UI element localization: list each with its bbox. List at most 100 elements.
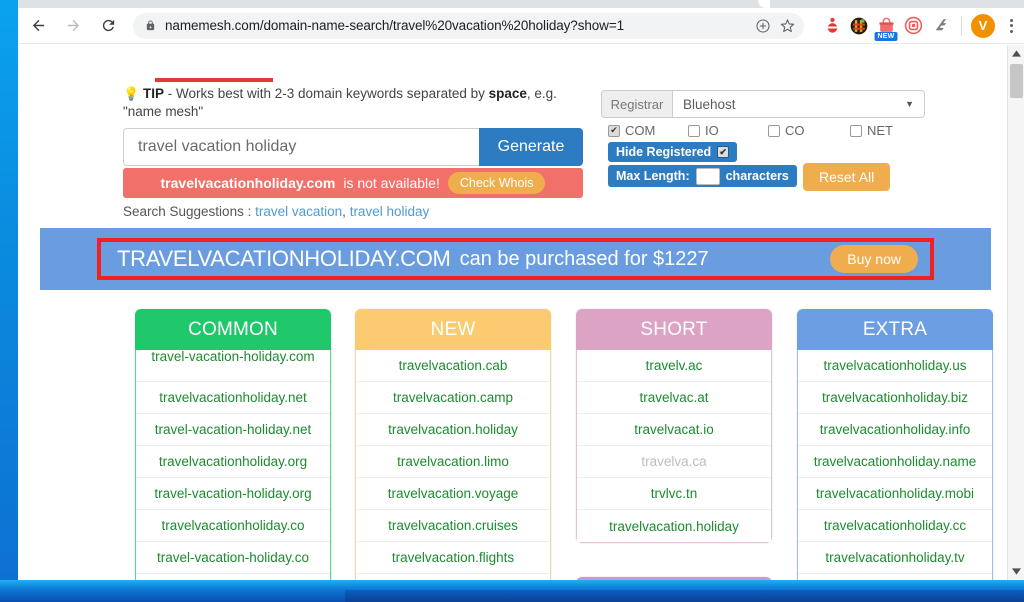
camera-extension-icon[interactable] (901, 14, 925, 38)
buy-now-button[interactable]: Buy now (830, 245, 918, 273)
domain-row[interactable]: travelvacation.holiday (356, 414, 550, 446)
domain-row[interactable]: travel-vacation-holiday.co (136, 542, 330, 574)
forward-arrow-icon (65, 17, 82, 34)
honey-extension-icon[interactable] (847, 14, 871, 38)
check-whois-button[interactable]: Check Whois (447, 172, 546, 194)
card-header-common: COMMON (135, 309, 331, 350)
shopping-extension-icon[interactable]: NEW (874, 14, 898, 41)
checkbox-net-icon[interactable] (850, 124, 862, 137)
domain-row[interactable]: travel-vacation-holiday.org (136, 478, 330, 510)
domain-row[interactable]: travelvacation.flights (356, 542, 550, 574)
hide-registered-toggle[interactable]: Hide Registered (608, 142, 738, 162)
domain-name: travelvacation.holiday (388, 422, 518, 437)
back-button[interactable] (23, 11, 53, 41)
domain-row[interactable]: travelvacation.limo (356, 446, 550, 478)
grammar-extension-icon[interactable] (928, 14, 952, 38)
inactive-tab[interactable] (778, 0, 1024, 8)
install-app-icon[interactable] (752, 15, 774, 37)
promo-banner-highlight[interactable]: TRAVELVACATIONHOLIDAY.COM can be purchas… (97, 238, 934, 280)
domain-row[interactable]: travelvacationholiday.biz (798, 382, 992, 414)
domain-name: travelv.ac (645, 358, 703, 373)
domain-row[interactable]: travelvac.at (577, 382, 771, 414)
domain-row[interactable]: travelvacationholiday.us (798, 350, 992, 382)
tld-checkbox-co[interactable]: CO (768, 123, 850, 138)
scroll-down-arrow-icon[interactable] (1008, 563, 1024, 580)
results-column-short: SHORT travelv.ac travelvac.at travelvaca… (576, 309, 772, 580)
card-body-new: travelvacation.cab travelvacation.camp t… (355, 350, 551, 580)
card-body-short: travelv.ac travelvac.at travelvacat.io t… (576, 350, 772, 543)
suggestions-label: Search Suggestions : (123, 204, 252, 219)
promo-banner: TRAVELVACATIONHOLIDAY.COM can be purchas… (40, 228, 991, 290)
domain-row[interactable]: travelvacationholiday.cc (798, 510, 992, 542)
domain-row-unavailable[interactable]: travelva.ca (577, 446, 771, 478)
domain-name: travelvacationholiday.biz (821, 390, 969, 405)
max-length-input[interactable] (695, 167, 720, 185)
suggestion-link-2[interactable]: travel holiday (350, 204, 430, 219)
tld-checkbox-net[interactable]: NET (850, 123, 893, 138)
suggestion-link-1[interactable]: travel vacation (255, 204, 342, 219)
reset-all-button[interactable]: Reset All (803, 163, 891, 191)
desktop-bottom-edge (0, 580, 1024, 602)
tld-checkbox-io[interactable]: IO (688, 123, 768, 138)
domain-row[interactable]: travelvacationholiday.co (136, 510, 330, 542)
reload-icon (100, 17, 117, 34)
domain-name: travelvacationholiday.us (823, 358, 967, 373)
domain-row[interactable]: trvlvc.tn (577, 478, 771, 510)
domain-name: travelvacation.holiday (609, 518, 739, 534)
scrollbar-thumb[interactable] (1010, 64, 1023, 98)
domain-row[interactable]: travelvacation.holiday (577, 510, 771, 542)
profile-avatar[interactable]: V (971, 13, 995, 38)
domain-row[interactable]: travelvacationholiday.info (798, 414, 992, 446)
promo-text: can be purchased for $1227 (459, 247, 709, 270)
active-tab[interactable] (18, 0, 770, 8)
domain-row[interactable]: travelvacation.voyage (356, 478, 550, 510)
search-input[interactable] (123, 128, 479, 166)
domain-name: travel-vacation-holiday.co (156, 550, 310, 565)
tip-body-1: - Works best with 2-3 domain keywords se… (163, 86, 489, 101)
kebab-menu-icon[interactable] (1000, 18, 1022, 33)
checkbox-com-icon[interactable] (608, 124, 620, 137)
generate-button[interactable]: Generate (479, 128, 583, 166)
address-bar[interactable]: namemesh.com/domain-name-search/travel%2… (133, 12, 804, 39)
results-columns: COMMON travel-vacation-holiday.com trave… (18, 309, 1007, 580)
tld-checkbox-com[interactable]: COM (608, 123, 688, 138)
domain-row[interactable]: travel-vacation-holiday.net (136, 414, 330, 446)
domain-row[interactable]: travelvacat.io (577, 414, 771, 446)
domain-row[interactable]: travelvacationholiday.net (136, 382, 330, 414)
domain-row[interactable]: travelv.ac (577, 350, 771, 382)
checkbox-hide-registered-icon[interactable] (717, 146, 730, 158)
scroll-up-arrow-icon[interactable] (1008, 45, 1024, 62)
domain-row[interactable]: travelvacationholiday.tv (798, 542, 992, 574)
domain-name: travelvacation.limo (397, 454, 509, 469)
domain-row[interactable]: travelvacation.camp (356, 382, 550, 414)
lightbulb-icon: 💡 (123, 86, 140, 101)
domain-row[interactable]: travelvacation.cruises (356, 510, 550, 542)
max-length-suffix: characters (725, 169, 789, 183)
card-header-new: NEW (355, 309, 551, 350)
card-short: SHORT travelv.ac travelvac.at travelvaca… (576, 309, 772, 543)
domain-row[interactable]: travelvacationholiday.org (136, 446, 330, 478)
forward-button[interactable] (58, 11, 88, 41)
domain-name: travelvacation.cab (398, 358, 508, 373)
domain-name: travelvac.at (639, 390, 709, 405)
promo-domain: TRAVELVACATIONHOLIDAY.COM (117, 246, 451, 271)
star-icon[interactable] (776, 15, 798, 37)
domain-name: travelva.ca (641, 454, 707, 469)
domain-name: travelvacation.flights (391, 550, 515, 565)
page-scrollbar[interactable] (1007, 45, 1024, 580)
domain-name: travel-vacation-holiday.com (151, 349, 315, 364)
domain-row[interactable]: travelvacationholiday.name (798, 446, 992, 478)
tld-label-co: CO (785, 123, 805, 138)
availability-text: is not available! (343, 175, 440, 191)
domain-row[interactable]: travelvacation.cab (356, 350, 550, 382)
max-length-label: Max Length: (616, 169, 690, 183)
registrar-select[interactable]: Bluehost ▼ (673, 90, 925, 118)
checkbox-co-icon[interactable] (768, 124, 780, 137)
adblock-extension-icon[interactable] (820, 14, 844, 38)
checkbox-io-icon[interactable] (688, 124, 700, 137)
domain-row[interactable]: travel-vacation-holiday.com (136, 349, 330, 382)
url-text: namemesh.com/domain-name-search/travel%2… (165, 18, 625, 33)
domain-row[interactable]: travelvacationholiday.mobi (798, 478, 992, 510)
extension-badge: NEW (874, 31, 898, 41)
reload-button[interactable] (93, 11, 123, 41)
